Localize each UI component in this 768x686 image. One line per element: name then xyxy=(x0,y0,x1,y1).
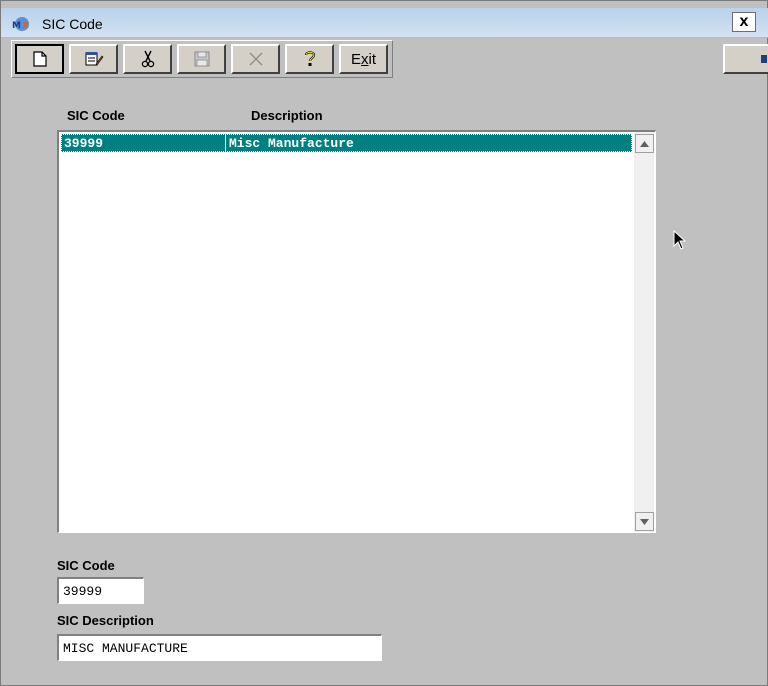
sic-description-label: SIC Description xyxy=(57,613,154,628)
mouse-pointer-icon xyxy=(673,230,687,250)
svg-text:X: X xyxy=(22,21,29,31)
title-bar[interactable]: M X SIC Code x xyxy=(1,8,768,38)
help-question-icon xyxy=(304,51,315,66)
new-button[interactable] xyxy=(15,44,64,74)
sic-code-label: SIC Code xyxy=(57,558,115,573)
arrow-up-icon xyxy=(640,140,649,147)
exit-label: Exit xyxy=(350,50,376,68)
scissors-icon xyxy=(141,50,154,68)
save-disk-icon xyxy=(194,51,209,67)
column-header-description[interactable]: Description xyxy=(251,108,323,123)
save-button[interactable] xyxy=(177,44,226,74)
sic-description-input[interactable] xyxy=(57,634,382,661)
edit-notepad-icon xyxy=(85,52,103,66)
list-item-code: 39999 xyxy=(64,136,104,151)
delete-x-icon xyxy=(249,52,262,66)
scroll-up-button[interactable] xyxy=(635,134,654,153)
sic-code-input[interactable] xyxy=(57,577,144,604)
close-button[interactable]: x xyxy=(732,12,756,32)
partial-edge-icon xyxy=(761,55,767,63)
app-logo-icon: M X xyxy=(12,17,29,31)
vertical-scrollbar[interactable] xyxy=(634,132,654,532)
toolbar: Exit xyxy=(11,40,393,78)
list-item-description: Misc Manufacture xyxy=(229,136,354,151)
sic-code-list[interactable]: 39999 Misc Manufacture xyxy=(57,130,656,533)
help-button[interactable] xyxy=(285,44,334,74)
column-divider xyxy=(225,134,226,152)
column-header-sic-code[interactable]: SIC Code xyxy=(67,108,125,123)
edit-button[interactable] xyxy=(69,44,118,74)
svg-text:M: M xyxy=(12,21,21,31)
new-document-icon xyxy=(32,51,47,67)
cut-button[interactable] xyxy=(123,44,172,74)
exit-button[interactable]: Exit xyxy=(339,44,388,74)
scroll-down-button[interactable] xyxy=(635,512,654,531)
delete-button[interactable] xyxy=(231,44,280,74)
sic-code-window: M X SIC Code x Exit SIC Code Description… xyxy=(0,0,768,686)
arrow-down-icon xyxy=(640,518,649,525)
close-icon: x xyxy=(739,13,749,30)
list-item[interactable]: 39999 Misc Manufacture xyxy=(61,134,632,152)
partial-edge-button[interactable] xyxy=(723,44,768,74)
window-title: SIC Code xyxy=(42,16,103,32)
